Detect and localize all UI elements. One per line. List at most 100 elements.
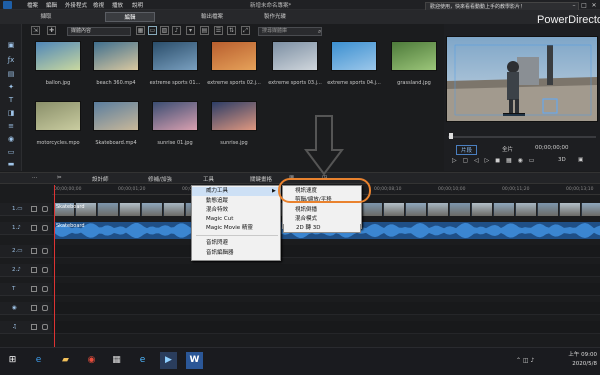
menu-help[interactable]: 說明	[132, 1, 143, 9]
voice-over-icon[interactable]: ◉	[6, 134, 16, 144]
tray-icons[interactable]: ⌃ ◫ ♪	[516, 357, 534, 364]
expand-icon[interactable]: ⤢	[241, 26, 250, 35]
track-enable-checkbox[interactable]	[31, 248, 37, 254]
playback-controls[interactable]: ▷ ▢ ◁ ▷ ◼ ▦ ◉ ▭	[452, 157, 536, 164]
menu-power-tools[interactable]: 威力工具	[192, 187, 280, 196]
menu-plugins[interactable]: 外掛程式	[65, 1, 87, 9]
menu-blending-effects[interactable]: 混合特效	[192, 206, 280, 215]
media-room-icon[interactable]: ▣	[6, 40, 16, 50]
menu-2d-to-3d[interactable]: 2D 轉 3D	[283, 224, 361, 233]
tab-edit[interactable]: 編輯	[105, 12, 155, 22]
tab-create-disc[interactable]: 製作光碟	[255, 12, 295, 22]
media-thumbnail[interactable]	[391, 41, 437, 71]
menu-motion-tracking[interactable]: 動態追蹤	[192, 197, 280, 206]
media-thumbnail[interactable]	[272, 41, 318, 71]
search-input[interactable]: 搜尋媒體庫	[258, 27, 322, 36]
track-lock-icon[interactable]	[42, 305, 48, 311]
track-lock-icon[interactable]	[42, 324, 48, 330]
menu-file[interactable]: 檔案	[27, 1, 38, 9]
library-menu-icon[interactable]: ▾	[186, 26, 195, 35]
search-icon[interactable]: ⌕	[318, 28, 321, 36]
media-thumbnail[interactable]	[35, 101, 81, 131]
track-enable-checkbox[interactable]	[31, 305, 37, 311]
track-lane[interactable]	[52, 302, 600, 315]
media-thumbnail[interactable]	[93, 41, 139, 71]
taskbar-clock[interactable]: 上午 09:00 2020/5/8	[545, 351, 597, 369]
calculator-icon[interactable]: ▦	[108, 352, 125, 369]
media-thumbnail[interactable]	[35, 41, 81, 71]
track-lock-icon[interactable]	[42, 267, 48, 273]
track-header[interactable]: T	[0, 283, 52, 296]
track-lock-icon[interactable]	[42, 248, 48, 254]
media-thumbnail[interactable]	[211, 101, 257, 131]
menu-edit[interactable]: 編輯	[46, 1, 57, 9]
designer-menu[interactable]: 設計師	[92, 175, 109, 183]
ie-icon[interactable]: e	[30, 352, 47, 369]
track-header[interactable]: ◉	[0, 302, 52, 315]
track-lock-icon[interactable]	[42, 225, 48, 231]
track-header[interactable]: 1.▭	[0, 203, 52, 216]
track-lane[interactable]	[52, 245, 600, 258]
track-lane[interactable]	[52, 321, 600, 334]
track-lane[interactable]	[52, 264, 600, 277]
transition-room-icon[interactable]: ◨	[6, 108, 16, 118]
menu-playback[interactable]: 播放	[112, 1, 123, 9]
track-lane[interactable]	[52, 283, 600, 296]
windows-start-icon[interactable]: ⊞	[4, 352, 21, 369]
maximize-icon[interactable]: □	[580, 2, 588, 9]
menu-blending-mode[interactable]: 混合模式	[283, 215, 361, 224]
split-icon[interactable]: ⋯	[32, 175, 38, 181]
image-filter-icon[interactable]: ▨	[160, 26, 169, 35]
movie-mode-button[interactable]: 全片	[498, 145, 517, 153]
track-header[interactable]: 2.▭	[0, 245, 52, 258]
minimize-icon[interactable]: –	[570, 2, 578, 9]
keyframe-menu[interactable]: 關鍵畫格	[250, 175, 272, 183]
tools-menu[interactable]: 工具	[203, 175, 214, 183]
close-icon[interactable]: ✕	[590, 2, 598, 9]
media-thumbnail[interactable]	[93, 101, 139, 131]
edge-icon[interactable]: e	[134, 352, 151, 369]
details-view-icon[interactable]: ☰	[214, 26, 223, 35]
media-filter-select[interactable]: 媒體內容	[67, 27, 131, 36]
plugin-icon[interactable]: ✚	[47, 26, 56, 35]
menu-view[interactable]: 檢視	[93, 1, 104, 9]
track-lock-icon[interactable]	[42, 206, 48, 212]
media-thumbnail[interactable]	[211, 41, 257, 71]
import-icon[interactable]: ⇲	[31, 26, 40, 35]
media-thumbnail[interactable]	[331, 41, 377, 71]
track-lock-icon[interactable]	[42, 286, 48, 292]
media-thumbnail[interactable]	[152, 41, 198, 71]
word-icon[interactable]: W	[186, 352, 203, 369]
sort-icon[interactable]: ⇅	[227, 26, 236, 35]
track-enable-checkbox[interactable]	[31, 324, 37, 330]
menu-magic-movie[interactable]: Magic Movie 精靈	[192, 224, 280, 233]
media-thumbnail[interactable]	[152, 101, 198, 131]
track-enable-checkbox[interactable]	[31, 286, 37, 292]
track-enable-checkbox[interactable]	[31, 267, 37, 273]
view-all-icon[interactable]: ▦	[136, 26, 145, 35]
fix-enhance-menu[interactable]: 修補/加強	[148, 175, 172, 183]
tab-produce[interactable]: 輸出檔案	[192, 12, 232, 22]
title-room-icon[interactable]: T	[6, 95, 16, 105]
clip-mode-button[interactable]: 片段	[456, 145, 478, 155]
chapter-room-icon[interactable]: ▭	[6, 147, 16, 157]
powerdirector-icon[interactable]: ▶	[160, 352, 177, 369]
menu-audio-editor[interactable]: 音訊編輯器	[192, 249, 280, 258]
preview-scrubber[interactable]	[448, 136, 596, 138]
audio-mixer-icon[interactable]: ≡	[6, 121, 16, 131]
track-enable-checkbox[interactable]	[31, 206, 37, 212]
video-filter-icon[interactable]: ▭	[148, 26, 157, 35]
menu-audio-ducking[interactable]: 音訊閃避	[192, 239, 280, 248]
scissors-icon[interactable]: ✂	[57, 175, 62, 181]
menu-magic-cut[interactable]: Magic Cut	[192, 215, 280, 224]
track-header[interactable]: 2.♪	[0, 264, 52, 277]
tab-capture[interactable]: 擷取	[31, 12, 61, 22]
chrome-icon[interactable]: ◉	[83, 352, 100, 369]
particle-room-icon[interactable]: ✦	[6, 82, 16, 92]
menu-video-reverse[interactable]: 視訊倒播	[283, 206, 361, 215]
subtitle-room-icon[interactable]: ▬	[6, 159, 16, 169]
file-explorer-icon[interactable]: ▰	[57, 352, 74, 369]
scrubber-handle[interactable]	[449, 133, 453, 139]
audio-filter-icon[interactable]: ♪	[172, 26, 181, 35]
3d-toggle[interactable]: 3D	[558, 157, 566, 163]
